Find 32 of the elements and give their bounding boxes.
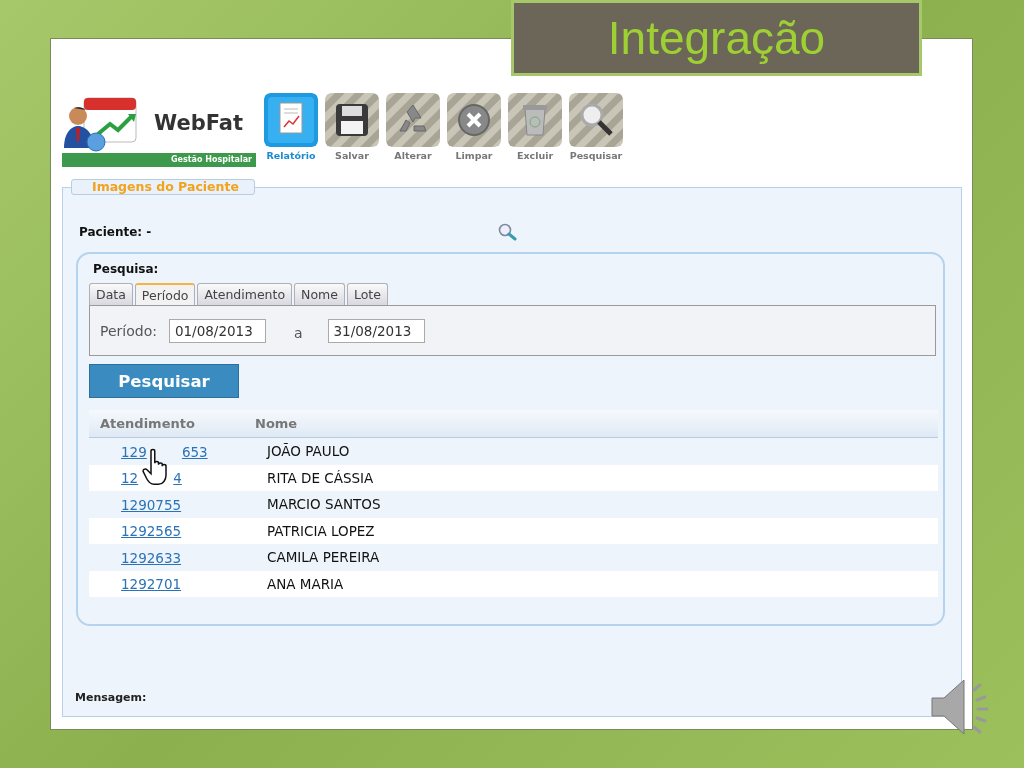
logo-name: WebFat [154, 111, 243, 135]
table-cell: JOÃO PAULO [267, 443, 350, 460]
table-cell: MARCIO SANTOS [267, 496, 381, 513]
record-link[interactable]: 1290755 [121, 496, 182, 513]
period-label: Período: [100, 322, 157, 339]
logo-subtitle-bar: Gestão Hospitalar [62, 153, 256, 167]
table-cell: RITA DE CÁSSIA [267, 469, 374, 486]
range-separator: a [293, 323, 303, 341]
search-icon[interactable] [497, 222, 517, 242]
slide-title: Integração [607, 11, 826, 65]
tab[interactable]: Atendimento [197, 283, 293, 305]
patient-label: Paciente: - [79, 225, 153, 239]
section-title: Imagens do Paciente [71, 179, 255, 195]
search-title: Pesquisa: [93, 262, 160, 276]
date-field[interactable]: 01/08/2013 [168, 318, 266, 343]
record-link[interactable]: 129 653 [121, 443, 208, 460]
search-button[interactable]: Pesquisar [89, 364, 239, 398]
table-cell: ANA MARIA [267, 575, 344, 592]
tab[interactable]: Período [134, 283, 196, 306]
tab[interactable]: Data [89, 283, 133, 305]
table-cell: PATRICIA LOPEZ [267, 522, 375, 539]
table-cell: CAMILA PEREIRA [267, 549, 380, 566]
record-link[interactable]: 1292565 [121, 523, 182, 540]
tab[interactable]: Nome [294, 283, 345, 305]
record-link[interactable]: 12 4 [121, 470, 182, 487]
record-link[interactable]: 1292633 [121, 549, 182, 566]
date-field[interactable]: 31/08/2013 [327, 318, 425, 343]
column-header: Atendimento [99, 416, 196, 431]
column-header: Nome [255, 416, 298, 431]
tab[interactable]: Lote [346, 283, 388, 305]
record-link[interactable]: 1292701 [121, 576, 182, 593]
message-label: Mensagem: [75, 691, 148, 704]
